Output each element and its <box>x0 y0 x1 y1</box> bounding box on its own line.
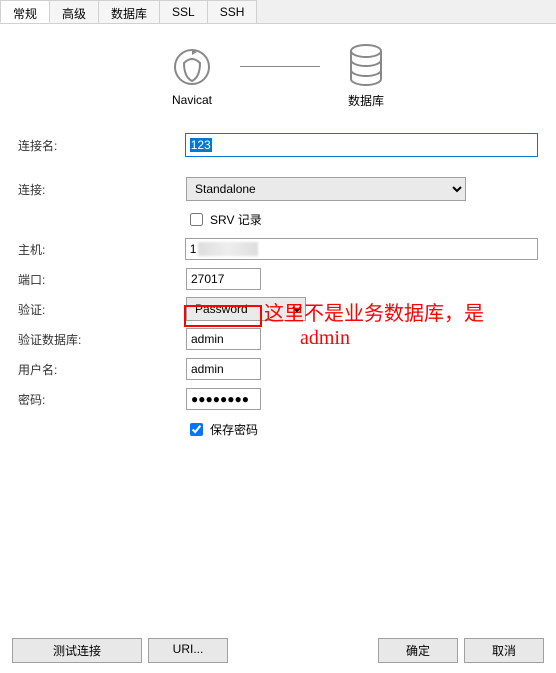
srv-checkbox[interactable] <box>190 213 203 226</box>
tab-ssl[interactable]: SSL <box>159 0 208 23</box>
save-password-label: 保存密码 <box>210 421 258 438</box>
connection-select[interactable]: Standalone <box>186 177 466 201</box>
conn-name-value: 123 <box>190 138 212 152</box>
navicat-icon <box>172 47 212 87</box>
host-label: 主机: <box>18 241 185 258</box>
cancel-button[interactable]: 取消 <box>464 638 544 663</box>
auth-label: 验证: <box>18 301 186 318</box>
host-blurred <box>198 242 258 256</box>
password-label: 密码: <box>18 391 186 408</box>
port-label: 端口: <box>18 271 186 288</box>
database-label: 数据库 <box>348 92 384 109</box>
conn-name-label: 连接名: <box>18 137 185 154</box>
form-content: Navicat 数据库 连接名: 123 连接: Standalone <box>0 24 556 441</box>
tab-ssh[interactable]: SSH <box>207 0 258 23</box>
footer-buttons: 测试连接 URI... 确定 取消 <box>12 638 544 663</box>
port-input[interactable] <box>186 268 261 290</box>
auth-db-input[interactable] <box>186 328 261 350</box>
test-connection-button[interactable]: 测试连接 <box>12 638 142 663</box>
host-value: 1 <box>190 242 197 256</box>
password-input[interactable] <box>186 388 261 410</box>
auth-db-label: 验证数据库: <box>18 331 186 348</box>
connection-line <box>240 66 320 67</box>
auth-select[interactable]: Password <box>186 297 306 321</box>
save-password-checkbox[interactable] <box>190 423 203 436</box>
tab-general[interactable]: 常规 <box>0 0 50 23</box>
tab-advanced[interactable]: 高级 <box>49 0 99 23</box>
host-input[interactable]: 1 <box>185 238 538 260</box>
navicat-label: Navicat <box>172 93 212 107</box>
srv-label: SRV 记录 <box>210 211 262 228</box>
uri-button[interactable]: URI... <box>148 638 228 663</box>
username-input[interactable] <box>186 358 261 380</box>
connection-diagram: Navicat 数据库 <box>18 44 538 109</box>
connection-label: 连接: <box>18 181 186 198</box>
tab-bar: 常规 高级 数据库 SSL SSH <box>0 0 556 24</box>
ok-button[interactable]: 确定 <box>378 638 458 663</box>
database-icon <box>348 44 384 86</box>
tab-databases[interactable]: 数据库 <box>98 0 160 23</box>
conn-name-input[interactable]: 123 <box>185 133 538 157</box>
username-label: 用户名: <box>18 361 186 378</box>
